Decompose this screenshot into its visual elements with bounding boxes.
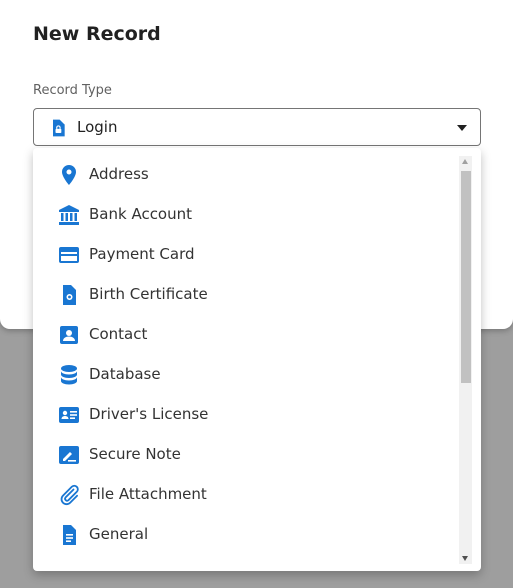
bank-icon <box>59 205 79 225</box>
option-general[interactable]: General <box>33 515 459 555</box>
option-payment-card[interactable]: Payment Card <box>33 235 459 275</box>
option-label: Contact <box>89 325 148 343</box>
location-pin-icon <box>62 165 76 185</box>
option-file-attachment[interactable]: File Attachment <box>33 475 459 515</box>
option-label: Secure Note <box>89 445 181 463</box>
chevron-down-icon[interactable] <box>457 125 467 131</box>
option-label: Address <box>89 165 149 183</box>
contact-icon <box>60 326 78 344</box>
option-bank-account[interactable]: Bank Account <box>33 195 459 235</box>
dialog-title: New Record <box>33 23 161 45</box>
record-type-dropdown: Address Bank Account Payment Card Birth … <box>33 148 481 571</box>
scroll-down-arrow-icon[interactable] <box>462 556 468 561</box>
database-icon <box>61 365 77 385</box>
scrollbar-thumb[interactable] <box>461 171 471 383</box>
option-label: General <box>89 525 149 543</box>
selected-record-type: Login <box>77 118 118 136</box>
option-label: Bank Account <box>89 205 193 223</box>
option-secure-note[interactable]: Secure Note <box>33 435 459 475</box>
option-address[interactable]: Address <box>33 155 459 195</box>
scroll-up-arrow-icon[interactable] <box>462 159 468 164</box>
record-type-select[interactable]: Login <box>33 108 481 146</box>
option-drivers-license[interactable]: Driver's License <box>33 395 459 435</box>
option-label: Driver's License <box>89 405 209 423</box>
option-label: Payment Card <box>89 245 195 263</box>
record-type-label: Record Type <box>33 83 112 98</box>
option-database[interactable]: Database <box>33 355 459 395</box>
credit-card-icon <box>59 247 79 263</box>
dropdown-scrollbar[interactable] <box>459 156 472 564</box>
paperclip-icon <box>60 484 79 506</box>
option-label: Database <box>89 365 161 383</box>
note-icon <box>59 446 79 464</box>
option-birth-certificate[interactable]: Birth Certificate <box>33 275 459 315</box>
option-contact[interactable]: Contact <box>33 315 459 355</box>
option-label: Birth Certificate <box>89 285 208 303</box>
login-lock-icon <box>53 119 65 137</box>
option-label: File Attachment <box>89 485 207 503</box>
id-card-icon <box>59 407 79 423</box>
certificate-icon <box>63 285 76 305</box>
document-icon <box>63 525 76 545</box>
